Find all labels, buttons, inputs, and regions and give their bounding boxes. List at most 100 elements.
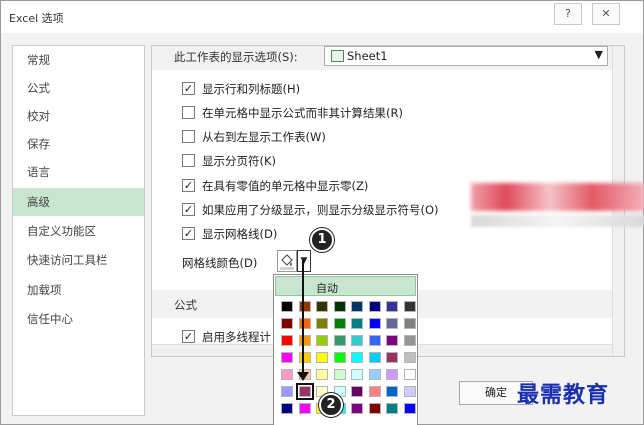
- color-swatch[interactable]: [281, 335, 293, 346]
- color-swatch[interactable]: [316, 318, 328, 329]
- color-swatch[interactable]: [333, 318, 346, 329]
- formula-section-label: 公式: [174, 298, 197, 312]
- worksheet-display-label: 此工作表的显示选项(S):: [174, 50, 298, 64]
- color-swatch[interactable]: [316, 335, 328, 346]
- color-swatch[interactable]: [351, 352, 363, 363]
- color-swatch[interactable]: [368, 301, 381, 312]
- color-swatch[interactable]: [333, 301, 346, 312]
- checkbox[interactable]: ✓: [182, 203, 195, 216]
- nav-item-advanced[interactable]: 高级: [13, 188, 144, 216]
- paint-bucket-icon: [280, 254, 294, 270]
- chevron-down-icon: ▼: [594, 48, 603, 61]
- nav-item-add-ins[interactable]: 加载项: [13, 276, 144, 304]
- help-button[interactable]: ?: [554, 3, 582, 25]
- color-swatch[interactable]: [281, 301, 293, 312]
- nav-item-formulas[interactable]: 公式: [13, 74, 144, 102]
- option-label: 启用多线程计: [202, 330, 271, 344]
- color-swatch[interactable]: [386, 301, 398, 312]
- color-swatch[interactable]: [316, 352, 328, 363]
- checkbox[interactable]: ✓: [182, 179, 195, 192]
- color-swatch[interactable]: [281, 369, 293, 380]
- nav-item-quick-access-toolbar[interactable]: 快速访问工具栏: [13, 246, 144, 274]
- color-swatch[interactable]: [281, 318, 293, 329]
- color-swatch[interactable]: [403, 352, 416, 363]
- color-swatch[interactable]: [368, 369, 381, 380]
- color-swatch[interactable]: [403, 403, 416, 414]
- color-swatch[interactable]: [368, 318, 381, 329]
- color-swatch[interactable]: [333, 352, 346, 363]
- callout-arrow-head: [297, 372, 309, 381]
- color-swatch[interactable]: [386, 369, 398, 380]
- color-swatch[interactable]: [386, 386, 398, 397]
- gridline-color-button[interactable]: [277, 250, 297, 272]
- color-swatch[interactable]: [351, 369, 363, 380]
- sheet-select-value: Sheet1: [347, 49, 388, 63]
- nav-item-language[interactable]: 语言: [13, 158, 144, 186]
- color-swatch[interactable]: [281, 352, 293, 363]
- callout-arrow-line: [302, 260, 304, 378]
- color-swatch[interactable]: [403, 301, 416, 312]
- color-swatch[interactable]: [298, 403, 311, 414]
- color-swatch[interactable]: [333, 369, 346, 380]
- checkbox[interactable]: ✓: [182, 82, 195, 95]
- color-swatch[interactable]: [403, 318, 416, 329]
- color-swatch[interactable]: [386, 352, 398, 363]
- color-swatch[interactable]: [281, 386, 293, 397]
- title-bar: Excel 选项 ? ✕: [1, 1, 643, 33]
- option-label: 显示行和列标题(H): [202, 82, 301, 96]
- color-swatch[interactable]: [281, 403, 293, 414]
- sheet-icon: [331, 50, 344, 62]
- color-swatch[interactable]: [351, 403, 363, 414]
- color-swatch[interactable]: [386, 335, 398, 346]
- color-swatch[interactable]: [333, 335, 346, 346]
- option-label: 显示分页符(K): [202, 154, 277, 168]
- checkbox[interactable]: [182, 154, 195, 167]
- gridline-color-label: 网格线颜色(D): [182, 256, 258, 270]
- checkbox[interactable]: ✓: [182, 330, 195, 343]
- option-label: 显示网格线(D): [202, 227, 278, 241]
- automatic-color-label: 自动: [316, 282, 338, 295]
- color-palette-dropdown: 自动: [273, 274, 418, 425]
- color-swatch[interactable]: [368, 403, 381, 414]
- color-swatch[interactable]: [403, 335, 416, 346]
- color-swatch[interactable]: [298, 318, 311, 329]
- color-swatch[interactable]: [351, 335, 363, 346]
- color-swatch[interactable]: [298, 335, 311, 346]
- nav-item-customize-ribbon[interactable]: 自定义功能区: [13, 217, 144, 245]
- gridline-color-dropdown[interactable]: ▼: [297, 250, 311, 272]
- checkbox[interactable]: [182, 106, 195, 119]
- option-label: 如果应用了分级显示，则显示分级显示符号(O): [202, 203, 439, 217]
- color-swatch[interactable]: [386, 403, 398, 414]
- nav-item-proofing[interactable]: 校对: [13, 102, 144, 130]
- option-label: 在单元格中显示公式而非其计算结果(R): [202, 106, 403, 120]
- nav-item-trust-center[interactable]: 信任中心: [13, 305, 144, 333]
- options-nav: 常规 公式 校对 保存 语言 高级 自定义功能区 快速访问工具栏 加载项 信任中…: [12, 45, 145, 416]
- color-swatch[interactable]: [351, 301, 363, 312]
- color-swatch[interactable]: [295, 383, 314, 400]
- color-swatch[interactable]: [403, 386, 416, 397]
- worksheet-display-section-header: 此工作表的显示选项(S): Sheet1 ▼: [152, 46, 612, 70]
- color-swatch[interactable]: [368, 386, 381, 397]
- automatic-color-option[interactable]: 自动: [275, 276, 416, 296]
- step-1-callout: 1: [310, 228, 334, 252]
- nav-item-general[interactable]: 常规: [13, 46, 144, 74]
- color-swatch[interactable]: [386, 318, 398, 329]
- close-button[interactable]: ✕: [592, 3, 620, 25]
- color-swatch[interactable]: [351, 386, 363, 397]
- color-swatch[interactable]: [368, 335, 381, 346]
- checkbox[interactable]: ✓: [182, 227, 195, 240]
- nav-item-save[interactable]: 保存: [13, 130, 144, 158]
- redacted-area: [471, 183, 644, 211]
- checkbox[interactable]: [182, 130, 195, 143]
- color-swatch[interactable]: [351, 318, 363, 329]
- sheet-select[interactable]: Sheet1 ▼: [324, 46, 608, 66]
- step-2-callout: 2: [319, 393, 343, 417]
- color-swatch[interactable]: [316, 301, 328, 312]
- color-swatch[interactable]: [298, 301, 311, 312]
- color-swatch[interactable]: [298, 352, 311, 363]
- color-swatch[interactable]: [368, 352, 381, 363]
- watermark-text: 最需教育: [517, 382, 610, 408]
- color-swatch[interactable]: [403, 369, 416, 380]
- redacted-area-text: [471, 215, 644, 227]
- color-swatch[interactable]: [316, 369, 328, 380]
